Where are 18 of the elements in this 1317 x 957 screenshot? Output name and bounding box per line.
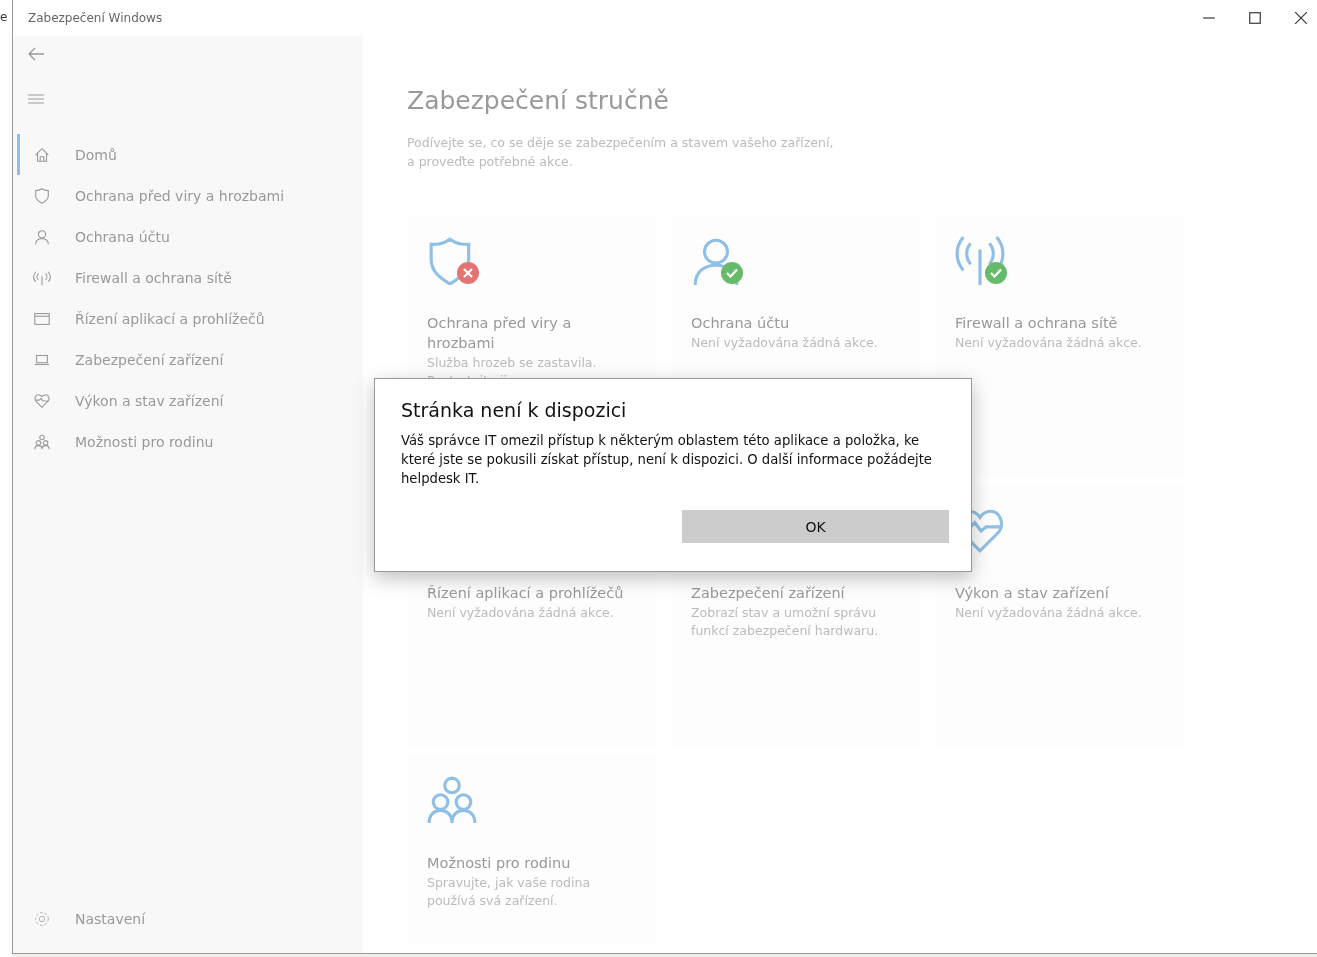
tile-description: Není vyžadována žádná akce. <box>955 334 1143 352</box>
tile-title: Řízení aplikací a prohlížečů <box>427 584 625 603</box>
tile-title: Výkon a stav zařízení <box>955 584 1110 603</box>
tile-title: Firewall a ochrana sítě <box>955 314 1119 333</box>
dialog-title: Stránka není k dispozici <box>401 399 628 421</box>
tile-description: Spravujte, jak vaše rodina používá svá zařízení. <box>427 874 592 910</box>
tile-description: Zobrazí stav a umožní správu funkcí zabezpečení hardwaru. <box>691 604 880 640</box>
tile-title: Ochrana před viry a hrozbami <box>427 314 573 353</box>
tile-title: Možnosti pro rodinu <box>427 854 572 873</box>
page-title: Zabezpečení stručně <box>407 86 670 115</box>
window-title: Zabezpečení Windows <box>28 11 163 25</box>
page-description: Podívejte se, co se děje se zabezpečením a stavem vašeho zařízení, a proveďte potřebné akce. <box>407 134 835 171</box>
tile-description: Není vyžadována žádná akce. <box>955 604 1143 622</box>
background-window-text: e <box>0 10 8 24</box>
tile-description: Není vyžadována žádná akce. <box>691 334 879 352</box>
tile-title: Zabezpečení zařízení <box>691 584 846 603</box>
tile-title: Ochrana účtu <box>691 314 791 333</box>
tile-description: Není vyžadována žádná akce. <box>427 604 615 622</box>
